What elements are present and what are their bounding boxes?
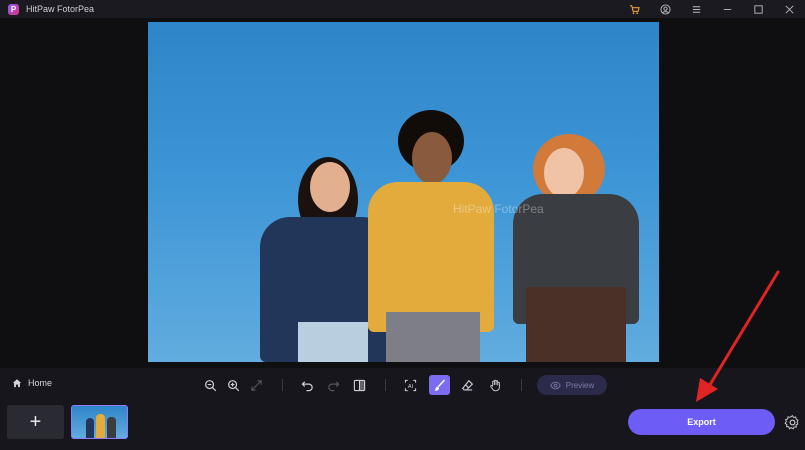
edit-toolbar: Home AI Preview <box>0 368 805 402</box>
redo-icon <box>327 380 339 391</box>
home-icon <box>12 379 22 388</box>
brush-button[interactable] <box>429 375 450 395</box>
watermark-text: HitPaw FotorPea <box>453 202 544 216</box>
ai-select-icon: AI <box>404 379 416 391</box>
toolbar-divider <box>521 379 522 391</box>
redo-button[interactable] <box>324 376 342 394</box>
undo-icon <box>301 380 313 391</box>
svg-text:AI: AI <box>407 383 413 389</box>
settings-button[interactable] <box>784 414 801 431</box>
zoom-out-icon <box>204 379 216 391</box>
bottom-bar: + Export <box>0 402 805 450</box>
home-label: Home <box>28 378 53 388</box>
toolbar-divider <box>282 379 283 391</box>
window-controls <box>619 0 805 18</box>
home-button[interactable]: Home <box>12 378 52 388</box>
app-title: HitPaw FotorPea <box>26 4 95 14</box>
undo-button[interactable] <box>298 376 316 394</box>
hand-icon <box>489 379 500 391</box>
menu-icon[interactable] <box>681 0 712 18</box>
eye-icon <box>550 381 561 389</box>
close-icon[interactable] <box>774 0 805 18</box>
add-image-button[interactable]: + <box>7 405 64 439</box>
title-bar: P HitPaw FotorPea <box>0 0 805 18</box>
toolbar-divider <box>385 379 386 391</box>
maximize-icon[interactable] <box>743 0 774 18</box>
cart-icon[interactable] <box>619 0 650 18</box>
hand-button[interactable] <box>486 376 504 394</box>
zoom-in-button[interactable] <box>224 376 242 394</box>
image-thumbnail[interactable] <box>71 405 128 439</box>
plus-icon: + <box>29 410 42 433</box>
expand-icon <box>250 379 262 391</box>
fit-screen-button[interactable] <box>247 376 265 394</box>
compare-button[interactable] <box>350 376 368 394</box>
eraser-button[interactable] <box>458 376 476 394</box>
preview-button[interactable]: Preview <box>537 375 607 395</box>
canvas-area: HitPaw FotorPea <box>0 18 805 368</box>
brush-icon <box>434 379 445 391</box>
eraser-icon <box>461 379 473 391</box>
preview-label: Preview <box>565 380 595 390</box>
zoom-out-button[interactable] <box>201 376 219 394</box>
image-preview[interactable]: HitPaw FotorPea <box>148 22 659 362</box>
app-logo-icon: P <box>8 3 19 15</box>
zoom-in-icon <box>227 379 239 391</box>
account-icon[interactable] <box>650 0 681 18</box>
gear-icon <box>784 415 799 430</box>
split-view-icon <box>353 379 365 391</box>
export-button[interactable]: Export <box>628 409 775 435</box>
minimize-icon[interactable] <box>712 0 743 18</box>
ai-select-button[interactable]: AI <box>401 376 419 394</box>
